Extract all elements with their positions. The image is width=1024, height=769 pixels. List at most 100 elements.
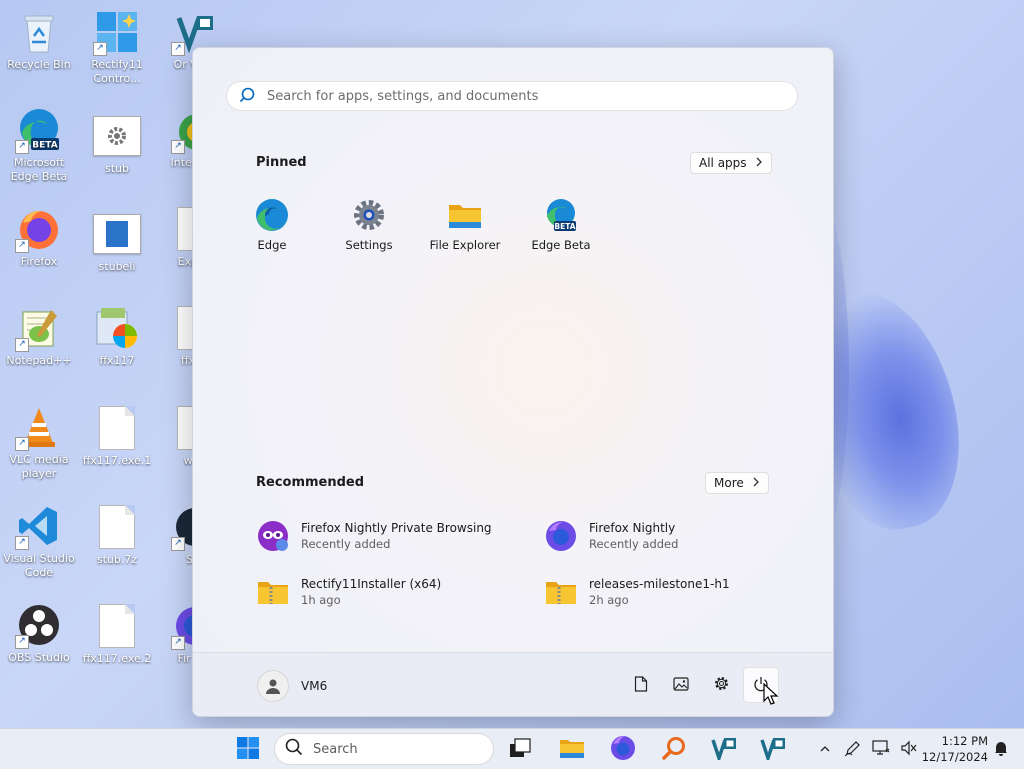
all-apps-label: All apps bbox=[699, 156, 747, 170]
gear-icon bbox=[713, 675, 730, 695]
chevron-up-icon bbox=[820, 742, 830, 756]
recommended-item[interactable]: Rectify11Installer (x64) 1h ago bbox=[256, 574, 516, 610]
desktop-icon-ffx117-exe-1[interactable]: ffx117.exe.1 bbox=[78, 404, 156, 468]
pinned-title: Pinned bbox=[256, 155, 307, 170]
magnifier-icon bbox=[662, 736, 686, 763]
task-view-button[interactable] bbox=[502, 733, 538, 765]
taskbar-search-app[interactable] bbox=[656, 733, 692, 765]
search-icon bbox=[285, 738, 303, 760]
taskbar-clock[interactable]: 1:12 PM 12/17/2024 bbox=[922, 733, 988, 765]
recommended-item[interactable]: Firefox Nightly Recently added bbox=[544, 518, 804, 554]
desktop-icon-label: Firefox bbox=[20, 255, 58, 268]
desktop-icon-stub-7z[interactable]: stub.7z bbox=[78, 503, 156, 567]
desktop-icon-firefox[interactable]: ↗ Firefox bbox=[0, 205, 78, 269]
obs-icon: ↗ bbox=[15, 601, 63, 649]
vlc-icon: ↗ bbox=[15, 403, 63, 451]
recommended-item-title: Rectify11Installer (x64) bbox=[301, 577, 442, 591]
desktop-icon-rectify11-control[interactable]: ↗ Rectify11 Contro... bbox=[78, 8, 156, 86]
document-icon bbox=[634, 675, 648, 695]
desktop-icon-recycle-bin[interactable]: Recycle Bin bbox=[0, 8, 78, 72]
edge-beta-icon: BETA ↗ bbox=[15, 106, 63, 154]
desktop-icon-label: OBS Studio bbox=[8, 651, 70, 664]
volume-tray-button[interactable] bbox=[898, 737, 920, 761]
start-search-input[interactable] bbox=[265, 87, 789, 105]
desktop-icon-stubeli[interactable]: stubeli bbox=[78, 210, 156, 274]
pen-tray-button[interactable] bbox=[842, 737, 864, 761]
speaker-muted-icon bbox=[900, 740, 918, 759]
blank-file-icon bbox=[93, 503, 141, 551]
recommended-item-title: Firefox Nightly bbox=[589, 521, 676, 535]
vbox-icon bbox=[711, 736, 737, 764]
desktop-icon-label: Rectify11 Contro... bbox=[91, 58, 143, 85]
bell-icon bbox=[994, 740, 1008, 759]
installer-icon bbox=[93, 304, 141, 352]
desktop-icon-label: Microsoft Edge Beta bbox=[10, 156, 68, 183]
svg-text:BETA: BETA bbox=[32, 141, 57, 151]
folder-icon bbox=[448, 198, 482, 232]
desktop-icon-obs[interactable]: ↗ OBS Studio bbox=[0, 601, 78, 665]
pinned-app-label: File Explorer bbox=[429, 238, 501, 252]
taskbar-file-explorer[interactable] bbox=[554, 733, 590, 765]
pictures-button[interactable] bbox=[663, 667, 699, 703]
show-hidden-icons-button[interactable] bbox=[814, 737, 836, 761]
desktop-icon-vscode[interactable]: ↗ Visual Studio Code bbox=[0, 502, 78, 580]
pinned-app-settings[interactable]: Settings bbox=[321, 198, 417, 252]
desktop-icon-ffx117[interactable]: ffx117 bbox=[78, 304, 156, 368]
rectify11-control-icon: ↗ bbox=[93, 8, 141, 56]
pinned-app-label: Settings bbox=[345, 238, 393, 252]
pinned-app-edge-beta[interactable]: BETA Edge Beta bbox=[513, 198, 609, 252]
blank-file-icon bbox=[93, 602, 141, 650]
recommended-item[interactable]: Firefox Nightly Private Browsing Recentl… bbox=[256, 518, 516, 554]
start-search-box[interactable] bbox=[226, 81, 798, 111]
desktop-icon-label: Notepad++ bbox=[6, 354, 72, 367]
desktop-icon-notepadpp[interactable]: ↗ Notepad++ bbox=[0, 304, 78, 368]
clock-date: 12/17/2024 bbox=[921, 750, 988, 764]
image-icon bbox=[673, 676, 689, 694]
taskbar-search[interactable]: Search bbox=[274, 733, 494, 765]
more-button[interactable]: More bbox=[705, 472, 769, 494]
taskbar-virtualbox[interactable] bbox=[706, 733, 742, 765]
taskbar: Search 1:12 PM 12/17/2024 bbox=[0, 728, 1024, 769]
windows-logo-icon bbox=[237, 736, 259, 762]
window-file-icon bbox=[93, 210, 141, 258]
taskbar-firefox-nightly[interactable] bbox=[605, 733, 641, 765]
start-menu-footer: VM6 bbox=[193, 652, 833, 716]
pinned-app-file-explorer[interactable]: File Explorer bbox=[417, 198, 513, 252]
firefox-private-icon bbox=[256, 519, 290, 553]
desktop-icon-label: ffx117 bbox=[99, 354, 135, 367]
vbox-icon bbox=[760, 736, 786, 764]
pinned-app-label: Edge bbox=[257, 238, 287, 252]
network-tray-button[interactable] bbox=[870, 737, 892, 761]
pinned-app-edge[interactable]: Edge bbox=[224, 198, 320, 252]
desktop-icon-vlc[interactable]: ↗ VLC media player bbox=[0, 403, 78, 481]
recommended-item-subtitle: Recently added bbox=[301, 537, 391, 551]
chevron-right-icon bbox=[752, 476, 760, 490]
notifications-button[interactable] bbox=[990, 737, 1012, 761]
recommended-item-subtitle: Recently added bbox=[589, 537, 679, 551]
desktop-icon-label: VLC media player bbox=[9, 453, 69, 480]
desktop-icon-label: stub bbox=[105, 162, 129, 175]
all-apps-button[interactable]: All apps bbox=[690, 152, 772, 174]
desktop-icon-label: Visual Studio Code bbox=[3, 552, 75, 579]
start-button[interactable] bbox=[230, 733, 266, 765]
pinned-app-label: Edge Beta bbox=[531, 238, 591, 252]
edge-icon bbox=[255, 198, 289, 232]
firefox-icon: ↗ bbox=[15, 205, 63, 253]
recommended-item-title: Firefox Nightly Private Browsing bbox=[301, 521, 492, 535]
recommended-item[interactable]: releases-milestone1-h1 2h ago bbox=[544, 574, 804, 610]
notepadpp-icon: ↗ bbox=[15, 304, 63, 352]
taskbar-virtualbox-2[interactable] bbox=[755, 733, 791, 765]
edge-beta-icon: BETA bbox=[544, 198, 578, 232]
user-name: VM6 bbox=[301, 679, 328, 693]
desktop-icon-edge-beta[interactable]: BETA ↗ Microsoft Edge Beta bbox=[0, 106, 78, 184]
network-icon bbox=[872, 739, 890, 759]
desktop-icon-stub[interactable]: stub bbox=[78, 112, 156, 176]
task-view-icon bbox=[509, 737, 531, 761]
user-account-button[interactable]: VM6 bbox=[257, 670, 327, 702]
search-icon bbox=[239, 87, 255, 106]
documents-button[interactable] bbox=[623, 667, 659, 703]
desktop-icon-ffx117-exe-2[interactable]: ffx117.exe.2 bbox=[78, 602, 156, 666]
settings-button[interactable] bbox=[703, 667, 739, 703]
desktop-icon-label: stubeli bbox=[98, 260, 136, 273]
pen-icon bbox=[844, 739, 862, 760]
